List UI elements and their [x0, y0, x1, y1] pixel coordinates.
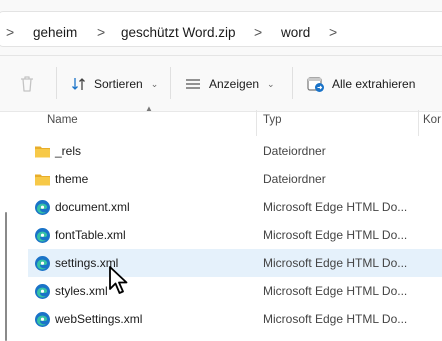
address-bar[interactable]: > geheim > geschützt Word.zip > word > — [0, 0, 442, 56]
file-type: Microsoft Edge HTML Do... — [263, 200, 408, 214]
view-icon — [186, 79, 200, 89]
mouse-cursor-icon — [109, 266, 128, 294]
edge-icon — [35, 200, 50, 215]
edge-icon — [35, 256, 50, 271]
list-item[interactable]: webSettings.xml Microsoft Edge HTML Do..… — [28, 305, 442, 333]
command-bar: Sortieren ⌄ Anzeigen ⌄ Alle extrahieren — [0, 56, 442, 112]
toolbar-divider — [56, 67, 57, 99]
sort-ascending-icon: ▲ — [145, 104, 153, 113]
edge-icon — [35, 312, 50, 327]
extract-all-button[interactable]: Alle extrahieren — [307, 56, 415, 112]
trash-icon — [21, 76, 33, 92]
column-divider[interactable] — [256, 110, 257, 136]
sort-icon — [72, 78, 85, 90]
chevron-right-icon[interactable]: > — [6, 24, 14, 40]
column-header-type[interactable]: Typ — [263, 114, 282, 134]
file-name: theme — [55, 172, 89, 186]
file-type: Dateiordner — [263, 144, 326, 158]
file-type: Dateiordner — [263, 172, 326, 186]
file-name: fontTable.xml — [55, 228, 126, 242]
file-name: document.xml — [55, 200, 130, 214]
file-type: Microsoft Edge HTML Do... — [263, 228, 408, 242]
file-name: styles.xml — [55, 284, 108, 298]
view-button[interactable]: Anzeigen ⌄ — [185, 56, 275, 112]
list-item[interactable]: styles.xml Microsoft Edge HTML Do... — [28, 277, 442, 305]
edge-icon — [35, 284, 50, 299]
breadcrumb-item-zip[interactable]: geschützt Word.zip — [121, 25, 236, 40]
breadcrumb-item-word[interactable]: word — [281, 25, 310, 40]
folder-icon — [35, 146, 50, 158]
column-header-compressed[interactable]: Kor — [423, 114, 441, 134]
breadcrumb-item-geheim[interactable]: geheim — [33, 25, 77, 40]
chevron-right-icon[interactable]: > — [97, 24, 105, 40]
view-label: Anzeigen — [209, 77, 260, 91]
chevron-right-icon[interactable]: > — [254, 24, 262, 40]
edge-icon — [35, 228, 50, 243]
toolbar-divider — [292, 67, 293, 99]
list-item[interactable]: _rels Dateiordner — [28, 137, 442, 165]
list-item[interactable]: theme Dateiordner — [28, 165, 442, 193]
file-name: webSettings.xml — [55, 312, 143, 326]
scrollbar-thumb[interactable] — [5, 212, 7, 341]
column-header-name[interactable]: Name — [47, 114, 78, 134]
list-item-selected[interactable]: settings.xml Microsoft Edge HTML Do... — [28, 249, 442, 277]
extract-all-label: Alle extrahieren — [332, 77, 416, 91]
chevron-right-icon[interactable]: > — [329, 24, 337, 40]
list-item[interactable]: fontTable.xml Microsoft Edge HTML Do... — [28, 221, 442, 249]
list-item[interactable]: document.xml Microsoft Edge HTML Do... — [28, 193, 442, 221]
file-name: _rels — [55, 144, 82, 158]
chevron-down-icon: ⌄ — [150, 78, 159, 89]
delete-button[interactable] — [19, 56, 35, 112]
file-type: Microsoft Edge HTML Do... — [263, 284, 408, 298]
chevron-down-icon: ⌄ — [267, 78, 275, 89]
file-type: Microsoft Edge HTML Do... — [263, 256, 408, 270]
sort-label: Sortieren — [94, 77, 143, 91]
extract-icon — [307, 77, 324, 92]
file-type: Microsoft Edge HTML Do... — [263, 312, 408, 326]
column-divider[interactable] — [418, 110, 419, 136]
folder-icon — [35, 174, 50, 186]
toolbar-divider — [170, 67, 171, 99]
